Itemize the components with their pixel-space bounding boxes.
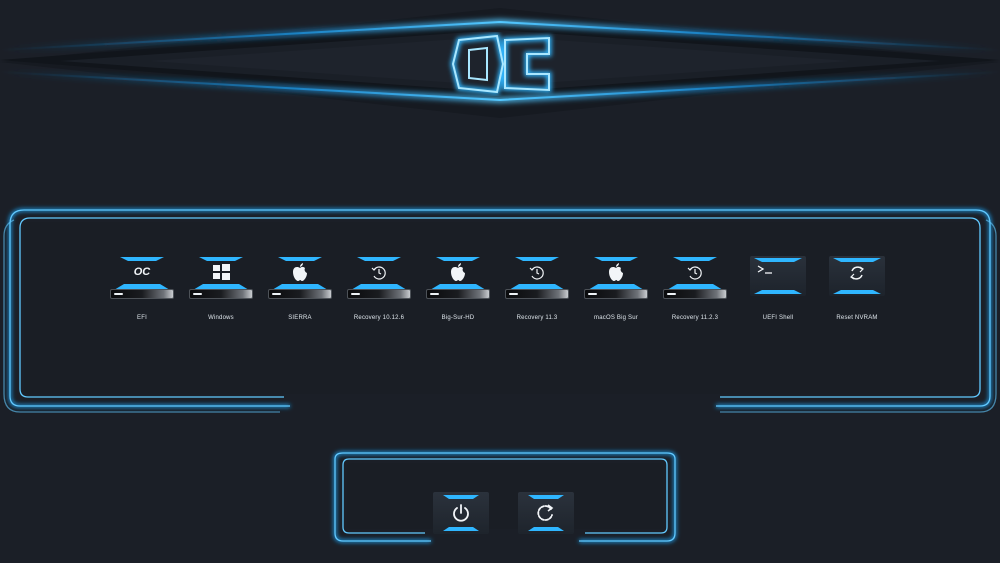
boot-entry[interactable] — [505, 256, 569, 302]
opencore-logo — [450, 33, 552, 95]
boot-entry[interactable] — [829, 256, 893, 302]
boot-entry[interactable] — [268, 256, 332, 302]
apple-icon — [272, 257, 328, 290]
boot-entry-label: Reset NVRAM — [836, 315, 878, 321]
recovery-icon — [509, 257, 565, 290]
boot-entry[interactable] — [663, 256, 727, 302]
boot-entry[interactable] — [750, 256, 814, 302]
boot-entry[interactable]: OC — [110, 256, 174, 302]
drive-icon — [268, 289, 332, 299]
shutdown-button[interactable] — [433, 492, 489, 534]
entries-frame — [3, 208, 997, 413]
drive-icon — [505, 289, 569, 299]
svg-text:OC: OC — [134, 266, 152, 278]
restart-icon — [528, 495, 564, 531]
boot-entry[interactable] — [347, 256, 411, 302]
restart-button[interactable] — [518, 492, 574, 534]
drive-icon — [347, 289, 411, 299]
apple-icon — [430, 257, 486, 290]
windows-icon — [193, 257, 249, 290]
boot-entry[interactable] — [584, 256, 648, 302]
boot-entry[interactable] — [189, 256, 253, 302]
recovery-icon — [667, 257, 723, 290]
drive-icon — [584, 289, 648, 299]
drive-icon — [663, 289, 727, 299]
power-icon — [443, 495, 479, 531]
boot-entry[interactable] — [426, 256, 490, 302]
reset-icon — [833, 258, 881, 294]
recovery-icon — [351, 257, 407, 290]
drive-icon — [426, 289, 490, 299]
apple-icon — [588, 257, 644, 290]
opencore-icon: OC — [114, 257, 170, 290]
drive-icon — [189, 289, 253, 299]
terminal-icon — [754, 258, 802, 294]
actions-frame — [333, 451, 677, 543]
drive-icon — [110, 289, 174, 299]
